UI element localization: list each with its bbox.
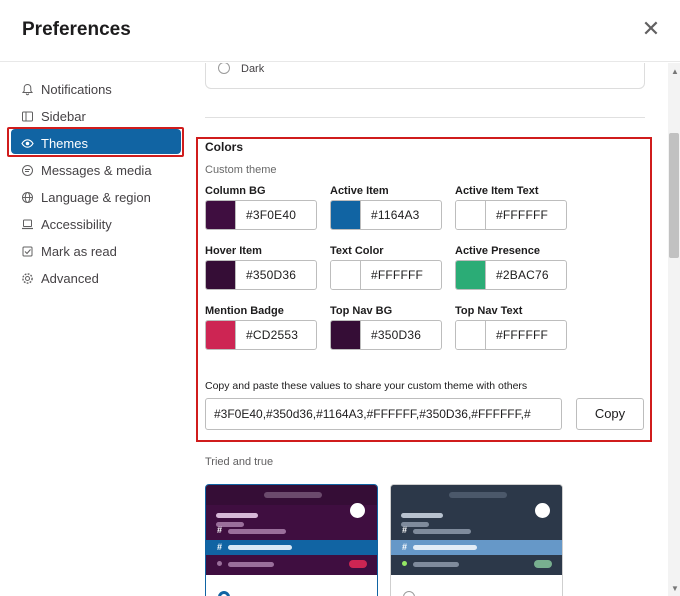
- field-label: Hover Item: [205, 245, 262, 257]
- dark-theme-option[interactable]: Dark: [205, 63, 645, 89]
- hex-value[interactable]: #3F0E40: [246, 208, 296, 222]
- message-icon: [20, 164, 34, 178]
- nav-label: Themes: [41, 136, 88, 151]
- color-field-hover-item: Hover Item #350D36: [205, 245, 317, 290]
- color-field-mention-badge: Mention Badge #CD2553: [205, 305, 317, 350]
- nav-label: Advanced: [41, 271, 99, 286]
- close-icon[interactable]: ✕: [640, 18, 662, 40]
- color-field-active-item-text: Active Item Text #FFFFFF: [455, 185, 567, 230]
- theme-preview: # #: [206, 485, 377, 575]
- hex-value[interactable]: #FFFFFF: [496, 208, 548, 222]
- color-input[interactable]: #CD2553: [205, 320, 317, 350]
- laptop-icon: [20, 218, 34, 232]
- color-swatch[interactable]: [206, 261, 236, 289]
- hex-value[interactable]: #FFFFFF: [496, 328, 548, 342]
- color-swatch[interactable]: [331, 321, 361, 349]
- color-swatch[interactable]: [456, 201, 486, 229]
- nav-item-advanced[interactable]: Advanced: [0, 265, 190, 292]
- preferences-nav: Notifications Sidebar Themes Messages & …: [0, 76, 190, 292]
- color-swatch[interactable]: [331, 261, 361, 289]
- field-label: Mention Badge: [205, 305, 284, 317]
- field-label: Text Color: [330, 245, 384, 257]
- nav-item-notifications[interactable]: Notifications: [0, 76, 190, 103]
- checkbox-icon: [20, 245, 34, 259]
- colors-heading: Colors: [205, 140, 244, 154]
- share-instructions: Copy and paste these values to share you…: [205, 380, 528, 392]
- theme-radio-selected[interactable]: [218, 591, 230, 596]
- scroll-down-icon[interactable]: ▼: [671, 584, 679, 593]
- copy-button[interactable]: Copy: [576, 398, 644, 430]
- color-field-top-nav-bg: Top Nav BG #350D36: [330, 305, 442, 350]
- field-label: Active Presence: [455, 245, 540, 257]
- nav-item-sidebar[interactable]: Sidebar: [0, 103, 190, 130]
- theme-radio[interactable]: [403, 591, 415, 596]
- color-input[interactable]: #2BAC76: [455, 260, 567, 290]
- color-swatch[interactable]: [206, 201, 236, 229]
- theme-card-hoth[interactable]: # #: [390, 484, 563, 596]
- custom-theme-label: Custom theme: [205, 164, 277, 176]
- nav-item-themes[interactable]: Themes: [0, 130, 190, 157]
- nav-label: Mark as read: [41, 244, 117, 259]
- field-label: Column BG: [205, 185, 266, 197]
- theme-card-footer: [391, 575, 562, 596]
- hex-value[interactable]: #2BAC76: [496, 268, 549, 282]
- field-label: Top Nav BG: [330, 305, 393, 317]
- hex-value[interactable]: #350D36: [371, 328, 421, 342]
- nav-item-accessibility[interactable]: Accessibility: [0, 211, 190, 238]
- dialog-header: Preferences ✕: [0, 0, 680, 62]
- color-swatch[interactable]: [206, 321, 236, 349]
- nav-label: Messages & media: [41, 163, 152, 178]
- avatar: [535, 503, 550, 518]
- globe-icon: [20, 191, 34, 205]
- field-label: Active Item Text: [455, 185, 539, 197]
- scroll-up-icon[interactable]: ▲: [671, 67, 679, 76]
- bell-icon: [20, 83, 34, 97]
- theme-preview: # #: [391, 485, 562, 575]
- color-swatch[interactable]: [456, 321, 486, 349]
- nav-item-messages-media[interactable]: Messages & media: [0, 157, 190, 184]
- color-input[interactable]: #350D36: [330, 320, 442, 350]
- scrollbar-thumb[interactable]: [669, 133, 679, 258]
- nav-label: Accessibility: [41, 217, 112, 232]
- theme-values-input[interactable]: #3F0E40,#350d36,#1164A3,#FFFFFF,#350D36,…: [205, 398, 562, 430]
- dark-radio[interactable]: [218, 63, 230, 74]
- nav-item-mark-as-read[interactable]: Mark as read: [0, 238, 190, 265]
- theme-card-aubergine[interactable]: # #: [205, 484, 378, 596]
- themes-panel: Dark Colors Custom theme Column BG #3F0E…: [190, 63, 668, 596]
- field-label: Active Item: [330, 185, 389, 197]
- color-input[interactable]: #1164A3: [330, 200, 442, 230]
- hex-value[interactable]: #FFFFFF: [371, 268, 423, 282]
- color-input[interactable]: #FFFFFF: [330, 260, 442, 290]
- color-field-active-item: Active Item #1164A3: [330, 185, 442, 230]
- nav-item-language-region[interactable]: Language & region: [0, 184, 190, 211]
- color-field-active-presence: Active Presence #2BAC76: [455, 245, 567, 290]
- hex-value[interactable]: #CD2553: [246, 328, 298, 342]
- hex-value[interactable]: #1164A3: [371, 208, 420, 222]
- color-input[interactable]: #FFFFFF: [455, 320, 567, 350]
- hex-value[interactable]: #350D36: [246, 268, 296, 282]
- nav-label: Notifications: [41, 82, 112, 97]
- color-field-text-color: Text Color #FFFFFF: [330, 245, 442, 290]
- divider: [205, 117, 645, 118]
- dark-label: Dark: [241, 63, 265, 75]
- field-label: Top Nav Text: [455, 305, 523, 317]
- color-input[interactable]: #FFFFFF: [455, 200, 567, 230]
- nav-label: Sidebar: [41, 109, 86, 124]
- color-input[interactable]: #350D36: [205, 260, 317, 290]
- tried-and-true-label: Tried and true: [205, 456, 274, 468]
- color-field-column-bg: Column BG #3F0E40: [205, 185, 317, 230]
- color-swatch[interactable]: [456, 261, 486, 289]
- color-swatch[interactable]: [331, 201, 361, 229]
- sidebar-icon: [20, 110, 34, 124]
- dialog-title: Preferences: [22, 19, 131, 40]
- avatar: [350, 503, 365, 518]
- color-input[interactable]: #3F0E40: [205, 200, 317, 230]
- nav-label: Language & region: [41, 190, 151, 205]
- color-field-top-nav-text: Top Nav Text #FFFFFF: [455, 305, 567, 350]
- gear-icon: [20, 272, 34, 286]
- theme-card-footer: [206, 575, 377, 596]
- eye-icon: [20, 137, 34, 151]
